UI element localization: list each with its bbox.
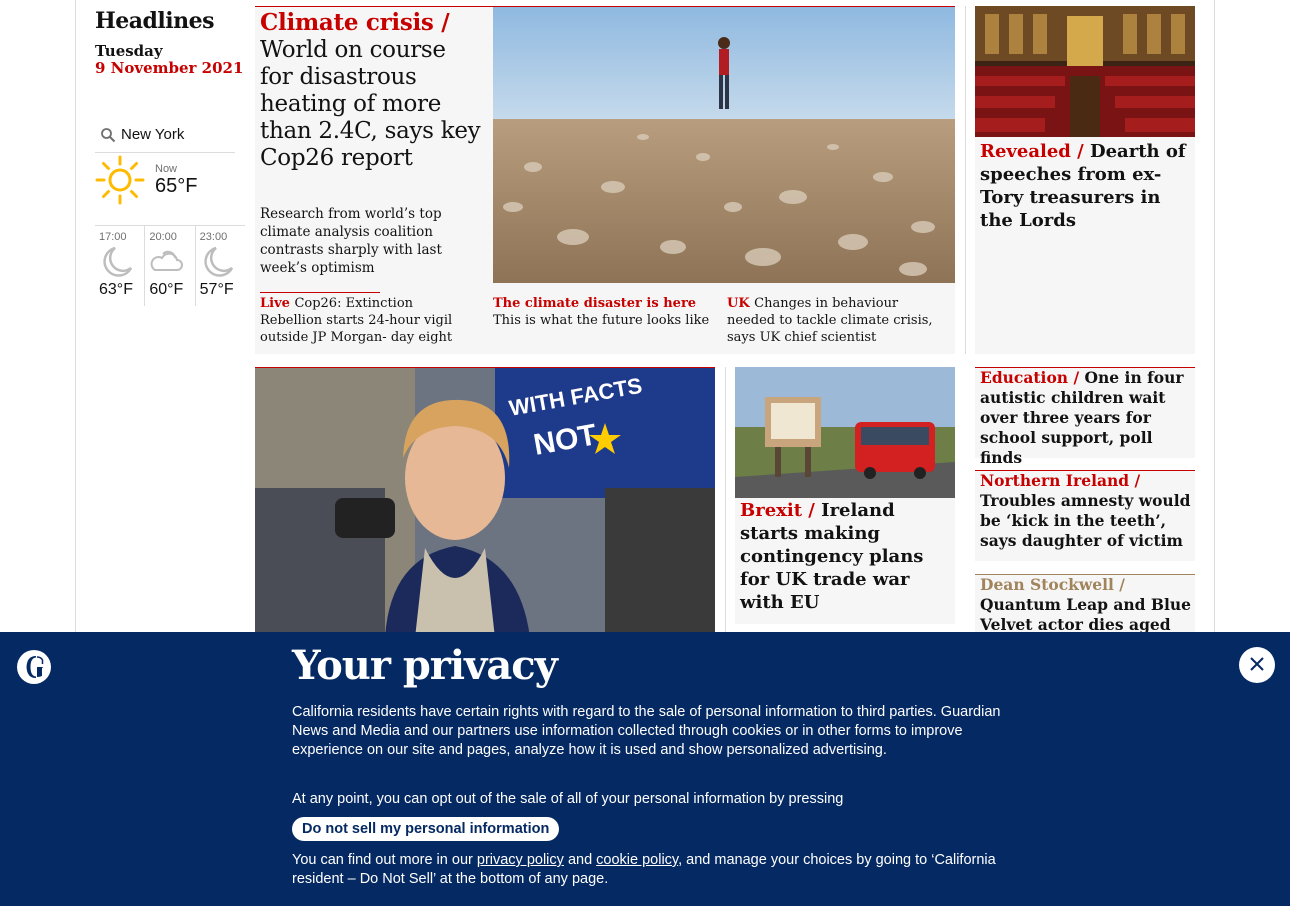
- lords-kicker: Revealed /: [980, 141, 1084, 162]
- lead-headline-text: World on course for disastrous heating o…: [260, 37, 481, 171]
- brexit-bus-image[interactable]: [735, 367, 955, 498]
- forecast-item: 20:00 60°F: [145, 226, 196, 306]
- forecast-item: 23:00 57°F: [196, 226, 245, 306]
- close-icon[interactable]: [1250, 656, 1264, 675]
- weather-now-temp: 65°F: [155, 175, 198, 197]
- lords-chamber-image[interactable]: [975, 6, 1195, 137]
- lords-headline[interactable]: Revealed / Dearth of speeches from ex-To…: [980, 140, 1192, 232]
- guardian-logo-icon: [16, 649, 52, 689]
- northern-ireland-headline-text: Troubles amnesty would be ‘kick in the t…: [980, 491, 1191, 550]
- lords-story-card[interactable]: Revealed / Dearth of speeches from ex-To…: [975, 6, 1195, 354]
- privacy-text: and: [567, 852, 593, 868]
- sub-link-live[interactable]: Live Cop26: Extinction Rebellion starts …: [260, 295, 475, 346]
- forecast-temp: 63°F: [99, 281, 133, 298]
- date-day: Tuesday: [95, 42, 163, 60]
- education-kicker: Education /: [980, 368, 1080, 387]
- sub-kicker: Live: [260, 296, 290, 311]
- sub-text: This is what the future looks like: [493, 313, 710, 328]
- brexit-headline[interactable]: Brexit / Ireland starts making contingen…: [740, 499, 952, 614]
- privacy-banner: Your privacy California residents have c…: [0, 632, 1290, 906]
- privacy-policy-link[interactable]: privacy policy: [477, 852, 564, 868]
- search-icon[interactable]: [95, 127, 121, 143]
- cookie-policy-link[interactable]: cookie policy: [596, 852, 678, 868]
- lead-headline[interactable]: Climate crisis / World on course for dis…: [260, 9, 485, 172]
- lead-story-card[interactable]: Climate crisis / World on course for dis…: [255, 6, 955, 354]
- northern-ireland-story-card[interactable]: Northern Ireland / Troubles amnesty woul…: [975, 470, 1195, 561]
- sub-text: Changes in behaviour needed to tackle cl…: [727, 296, 933, 345]
- forecast-item: 17:00 63°F: [95, 226, 146, 306]
- do-not-sell-button[interactable]: Do not sell my personal information: [292, 817, 560, 841]
- weather-now: Now 65°F: [95, 155, 235, 225]
- date-full: 9 November 2021: [95, 59, 244, 77]
- weather-now-label: Now: [155, 163, 178, 175]
- sub-divider: [260, 292, 380, 293]
- privacy-text: You can find out more in our: [292, 852, 473, 868]
- sub-kicker: The climate disaster is here: [493, 296, 697, 311]
- northern-ireland-headline[interactable]: Northern Ireland / Troubles amnesty woul…: [980, 471, 1192, 551]
- forecast-temp: 57°F: [199, 281, 234, 298]
- education-headline[interactable]: Education / One in four autistic childre…: [980, 368, 1192, 468]
- obituary-kicker: Dean Stockwell /: [980, 575, 1125, 594]
- privacy-paragraph-1: California residents have certain rights…: [292, 704, 1001, 758]
- weather-forecast: 17:00 63°F 20:00 60°F 23:00 57°F: [95, 225, 245, 306]
- forecast-time: 23:00: [199, 231, 228, 243]
- forecast-time: 17:00: [99, 231, 127, 243]
- forecast-time: 20:00: [149, 231, 177, 243]
- brexit-story-card[interactable]: Brexit / Ireland starts making contingen…: [735, 367, 955, 624]
- politics-story-image[interactable]: WITH FACTS NOT: [255, 367, 715, 637]
- lead-standfirst: Research from world’s top climate analys…: [260, 206, 442, 276]
- moon-icon: [200, 246, 234, 282]
- sub-link-climate-disaster[interactable]: The climate disaster is here This is wha…: [493, 295, 713, 329]
- column-divider: [965, 6, 966, 354]
- northern-ireland-kicker: Northern Ireland /: [980, 471, 1141, 490]
- education-story-card[interactable]: Education / One in four autistic childre…: [975, 367, 1195, 467]
- moon-icon: [99, 246, 133, 282]
- sub-link-uk[interactable]: UK Changes in behaviour needed to tackle…: [727, 295, 947, 346]
- brexit-kicker: Brexit /: [740, 500, 815, 521]
- lead-image-drought-field[interactable]: [493, 7, 955, 283]
- cloud-icon: [149, 246, 184, 280]
- privacy-paragraph-3: You can find out more in our privacy pol…: [292, 851, 1002, 889]
- column-divider: [725, 367, 726, 637]
- sun-icon: [95, 155, 147, 211]
- weather-location[interactable]: New York: [121, 126, 184, 143]
- privacy-title: Your privacy: [292, 642, 558, 689]
- section-title: Headlines: [95, 8, 215, 34]
- forecast-temp: 60°F: [149, 281, 184, 298]
- close-button[interactable]: [1239, 647, 1275, 683]
- weather-location-search[interactable]: New York: [95, 117, 235, 153]
- sub-kicker: UK: [727, 296, 750, 311]
- lead-kicker: Climate crisis /: [260, 9, 450, 36]
- privacy-paragraph-2: At any point, you can opt out of the sal…: [292, 791, 844, 807]
